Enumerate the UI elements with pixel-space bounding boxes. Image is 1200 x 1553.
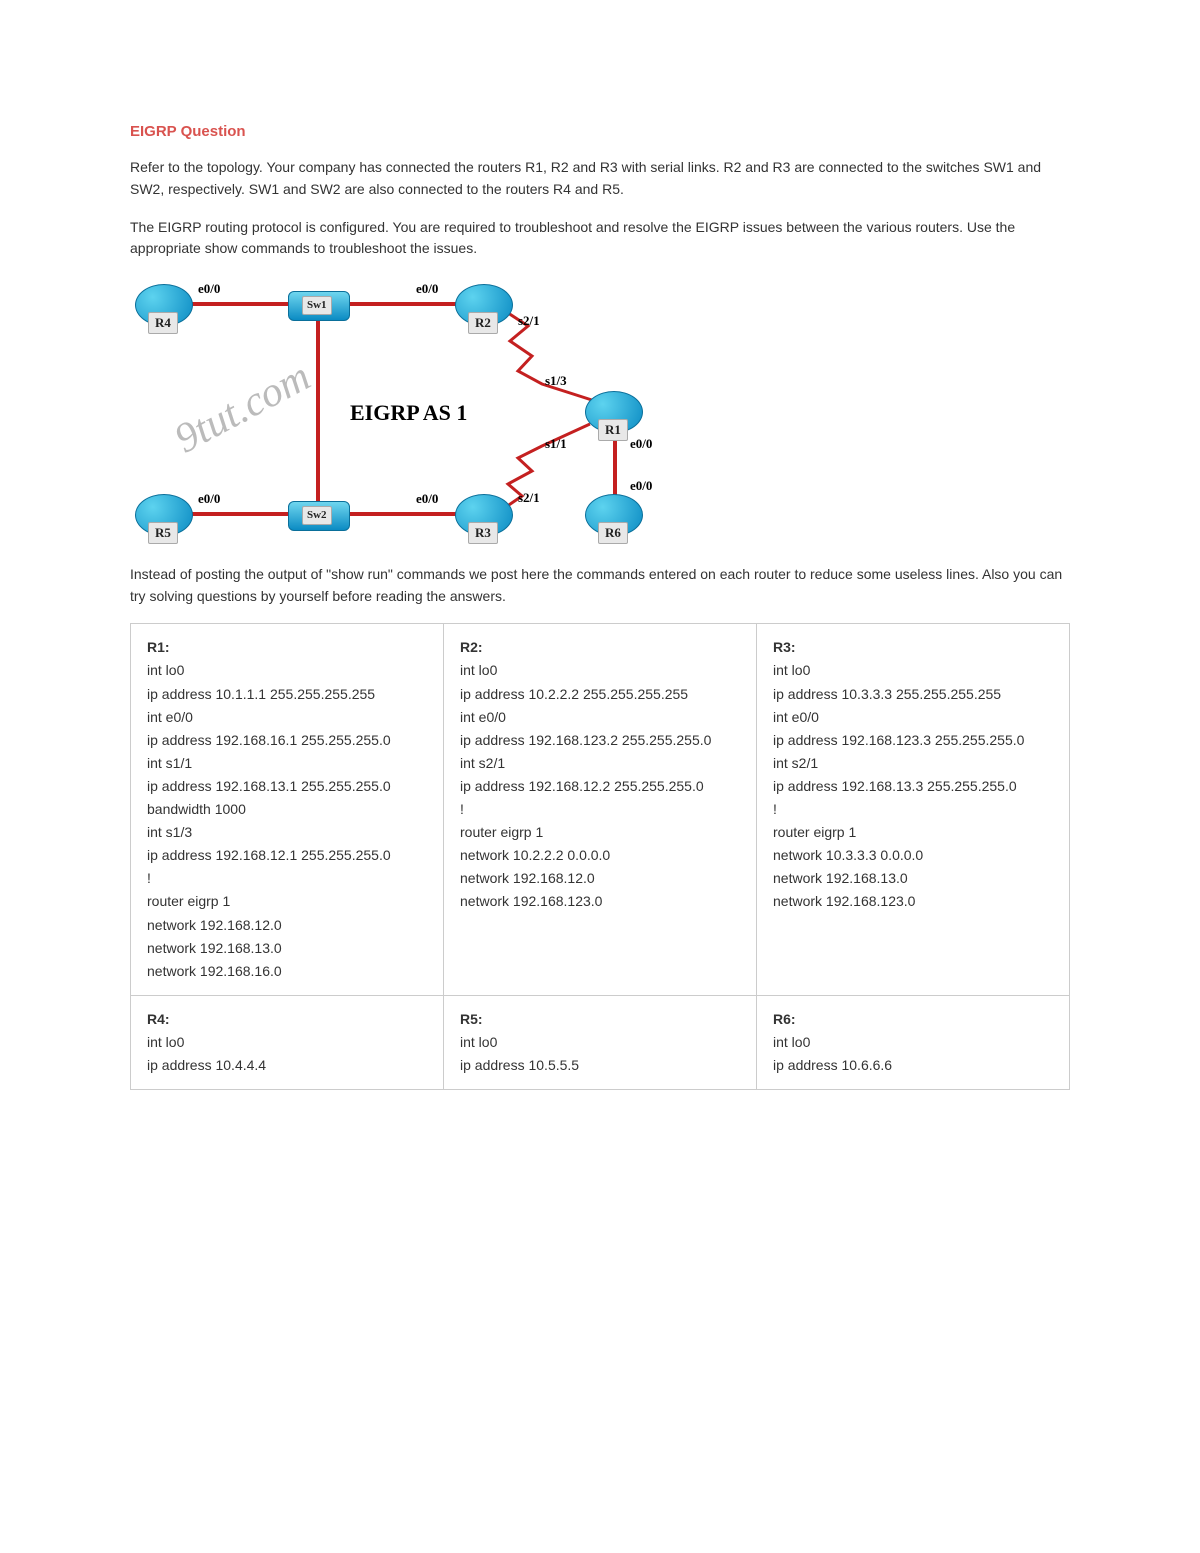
iface-r3-s21: s2/1 bbox=[518, 488, 540, 508]
iface-r6-e00: e0/0 bbox=[630, 476, 652, 496]
config-r1-lines: int lo0ip address 10.1.1.1 255.255.255.2… bbox=[147, 659, 427, 982]
config-cell-r3: R3: int lo0ip address 10.3.3.3 255.255.2… bbox=[757, 624, 1070, 995]
iface-r1-s13: s1/3 bbox=[545, 371, 567, 391]
iface-r1-e00: e0/0 bbox=[630, 434, 652, 454]
config-r4-lines: int lo0ip address 10.4.4.4 bbox=[147, 1031, 427, 1077]
paragraph-3: Instead of posting the output of "show r… bbox=[130, 564, 1070, 607]
config-r5-name: R5: bbox=[460, 1011, 483, 1027]
config-r2-name: R2: bbox=[460, 639, 483, 655]
router-r2-label: R2 bbox=[468, 312, 498, 334]
router-r3-label: R3 bbox=[468, 522, 498, 544]
config-r5-lines: int lo0ip address 10.5.5.5 bbox=[460, 1031, 740, 1077]
iface-r2-s21: s2/1 bbox=[518, 311, 540, 331]
iface-r4-e00: e0/0 bbox=[198, 279, 220, 299]
config-r6-lines: int lo0ip address 10.6.6.6 bbox=[773, 1031, 1053, 1077]
iface-r2-e00: e0/0 bbox=[416, 279, 438, 299]
router-r5-label: R5 bbox=[148, 522, 178, 544]
topology-diagram: 9tut.com EIGRP AS 1 R4 e0/0 Sw1 e0/0 R2 … bbox=[130, 276, 670, 546]
config-cell-r4: R4: int lo0ip address 10.4.4.4 bbox=[131, 995, 444, 1089]
paragraph-1: Refer to the topology. Your company has … bbox=[130, 157, 1070, 200]
iface-r5-e00: e0/0 bbox=[198, 489, 220, 509]
switch-sw1-label: Sw1 bbox=[302, 296, 332, 315]
router-r4-label: R4 bbox=[148, 312, 178, 334]
config-r2-lines: int lo0ip address 10.2.2.2 255.255.255.2… bbox=[460, 659, 740, 913]
config-r1-name: R1: bbox=[147, 639, 170, 655]
iface-r3-e00: e0/0 bbox=[416, 489, 438, 509]
page-title: EIGRP Question bbox=[130, 120, 1070, 143]
config-r4-name: R4: bbox=[147, 1011, 170, 1027]
as-label: EIGRP AS 1 bbox=[350, 396, 467, 430]
config-cell-r2: R2: int lo0ip address 10.2.2.2 255.255.2… bbox=[444, 624, 757, 995]
watermark: 9tut.com bbox=[163, 346, 322, 472]
config-table: R1: int lo0ip address 10.1.1.1 255.255.2… bbox=[130, 623, 1070, 1090]
config-cell-r1: R1: int lo0ip address 10.1.1.1 255.255.2… bbox=[131, 624, 444, 995]
router-r6-label: R6 bbox=[598, 522, 628, 544]
iface-r1-s11: s1/1 bbox=[545, 434, 567, 454]
config-cell-r5: R5: int lo0ip address 10.5.5.5 bbox=[444, 995, 757, 1089]
router-r1-label: R1 bbox=[598, 419, 628, 441]
config-cell-r6: R6: int lo0ip address 10.6.6.6 bbox=[757, 995, 1070, 1089]
switch-sw2-label: Sw2 bbox=[302, 506, 332, 525]
config-r3-name: R3: bbox=[773, 639, 796, 655]
config-r3-lines: int lo0ip address 10.3.3.3 255.255.255.2… bbox=[773, 659, 1053, 913]
paragraph-2: The EIGRP routing protocol is configured… bbox=[130, 217, 1070, 260]
config-r6-name: R6: bbox=[773, 1011, 796, 1027]
